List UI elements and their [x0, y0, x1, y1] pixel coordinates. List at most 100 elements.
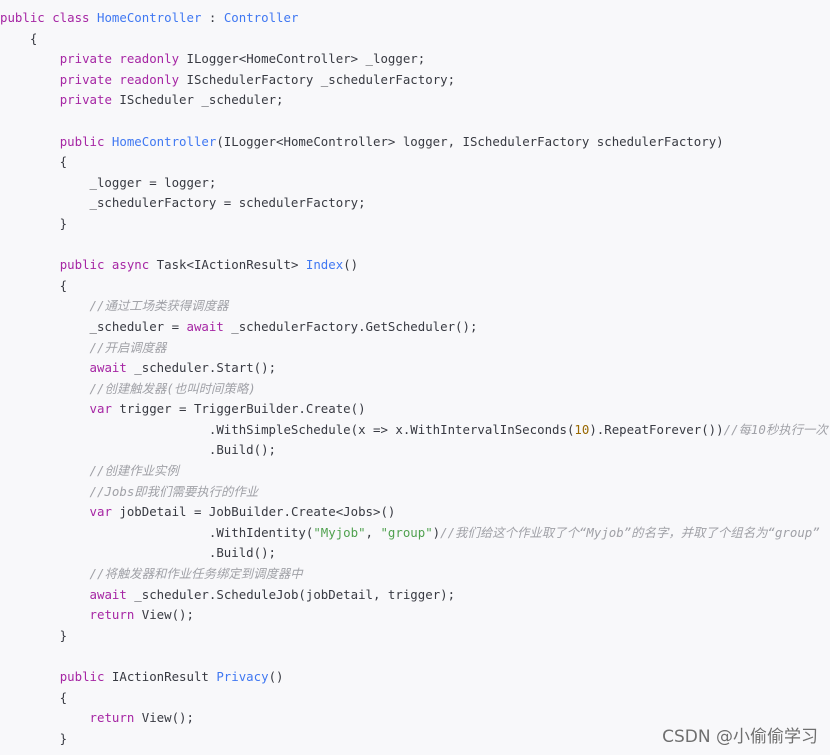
code-line: .Build(); — [0, 440, 828, 461]
code-token: : — [201, 10, 224, 25]
code-token: public — [59, 133, 112, 149]
code-token: Controller — [223, 10, 299, 25]
code-token: ILogger<HomeController> _logger; — [186, 51, 426, 67]
code-line: private readonly ISchedulerFactory _sche… — [0, 70, 828, 91]
code-token: var — [89, 401, 120, 417]
code-line: { — [0, 276, 828, 297]
code-token: //我们给这个作业取了个“Myjob”的名字，并取了个组名为“group” — [440, 524, 820, 540]
code-token: { — [0, 689, 68, 705]
code-line: await _scheduler.ScheduleJob(jobDetail, … — [0, 585, 828, 606]
code-line: await _scheduler.Start(); — [0, 358, 828, 379]
code-token: ISchedulerFactory _schedulerFactory; — [186, 71, 456, 87]
code-token: (ILogger<HomeController> logger, ISchedu… — [216, 133, 724, 149]
code-line: } — [0, 626, 828, 647]
code-block[interactable]: public class HomeController : Controller… — [0, 0, 830, 755]
code-line: //Jobs即我们需要执行的作业 — [0, 482, 828, 503]
code-line: //创建作业实例 — [0, 461, 828, 482]
code-line: _schedulerFactory = schedulerFactory; — [0, 193, 828, 214]
code-token: public — [59, 669, 112, 684]
code-token: } — [0, 730, 68, 746]
code-line: //通过工场类获得调度器 — [0, 296, 828, 317]
code-token: return — [89, 607, 142, 623]
code-token: //创建作业实例 — [89, 463, 179, 479]
code-line: .Build(); — [0, 543, 828, 564]
code-lines: public class HomeController : Controller… — [0, 8, 828, 749]
code-token: () — [268, 669, 284, 684]
code-line: private IScheduler _scheduler; — [0, 90, 828, 111]
code-token: public class — [0, 10, 97, 25]
csdn-watermark: CSDN @小偷偷学习 — [662, 727, 818, 747]
code-token: _schedulerFactory = schedulerFactory; — [0, 195, 366, 211]
code-token: private — [59, 92, 120, 108]
code-line: //将触发器和作业任务绑定到调度器中 — [0, 564, 828, 585]
code-token: trigger = TriggerBuilder.Create() — [119, 401, 366, 417]
code-token: var — [89, 504, 120, 520]
code-line: { — [0, 152, 828, 173]
code-token: { — [0, 30, 38, 46]
code-token: //将触发器和作业任务绑定到调度器中 — [89, 566, 303, 582]
code-token: "group" — [380, 524, 433, 540]
code-line: { — [0, 688, 828, 709]
code-line: //开启调度器 — [0, 338, 828, 359]
code-token: { — [0, 277, 68, 293]
code-line: private readonly ILogger<HomeController>… — [0, 49, 828, 70]
code-token: } — [0, 627, 68, 643]
code-token: private readonly — [59, 51, 187, 67]
code-token: await — [186, 318, 232, 334]
code-token: //Jobs即我们需要执行的作业 — [89, 483, 259, 499]
code-line: public IActionResult Privacy() — [0, 667, 828, 688]
code-line: var jobDetail = JobBuilder.Create<Jobs>(… — [0, 502, 828, 523]
code-token: .WithSimpleSchedule(x => x.WithIntervalI… — [0, 421, 575, 437]
code-token: IActionResult — [111, 669, 217, 684]
code-line: { — [0, 29, 828, 50]
code-token: Privacy — [216, 669, 269, 684]
code-token: _scheduler.Start(); — [134, 360, 277, 376]
code-token: _scheduler.ScheduleJob(jobDetail, trigge… — [134, 586, 456, 602]
code-token: //开启调度器 — [89, 339, 167, 355]
code-line: .WithSimpleSchedule(x => x.WithIntervalI… — [0, 420, 828, 441]
code-line: _logger = logger; — [0, 173, 828, 194]
code-token: await — [89, 586, 135, 602]
code-token: await — [89, 360, 135, 376]
code-token: { — [0, 154, 68, 170]
code-line: public async Task<IActionResult> Index() — [0, 255, 828, 276]
code-token: IScheduler _scheduler; — [119, 92, 284, 108]
code-token: //创建触发器(也叫时间策略) — [89, 380, 256, 396]
code-line: return View(); — [0, 605, 828, 626]
code-line: public class HomeController : Controller — [0, 8, 828, 29]
code-line: public HomeController(ILogger<HomeContro… — [0, 132, 828, 153]
code-token: public async — [59, 257, 157, 273]
code-token: //每10秒执行一次 — [723, 421, 828, 437]
code-token: .WithIdentity( — [0, 524, 314, 540]
code-line: } — [0, 214, 828, 235]
code-token: .Build(); — [0, 442, 277, 458]
code-token: HomeController — [111, 133, 217, 149]
code-token: //通过工场类获得调度器 — [89, 298, 229, 314]
code-token: View(); — [141, 710, 194, 726]
code-token: View(); — [141, 607, 194, 623]
code-token: _logger = logger; — [0, 174, 217, 190]
code-token: , — [365, 524, 381, 540]
code-token: 10 — [574, 421, 590, 437]
code-token: Task<IActionResult> — [156, 257, 306, 273]
code-token: } — [0, 215, 68, 231]
code-line: _scheduler = await _schedulerFactory.Get… — [0, 317, 828, 338]
code-token: _scheduler = — [0, 318, 187, 334]
